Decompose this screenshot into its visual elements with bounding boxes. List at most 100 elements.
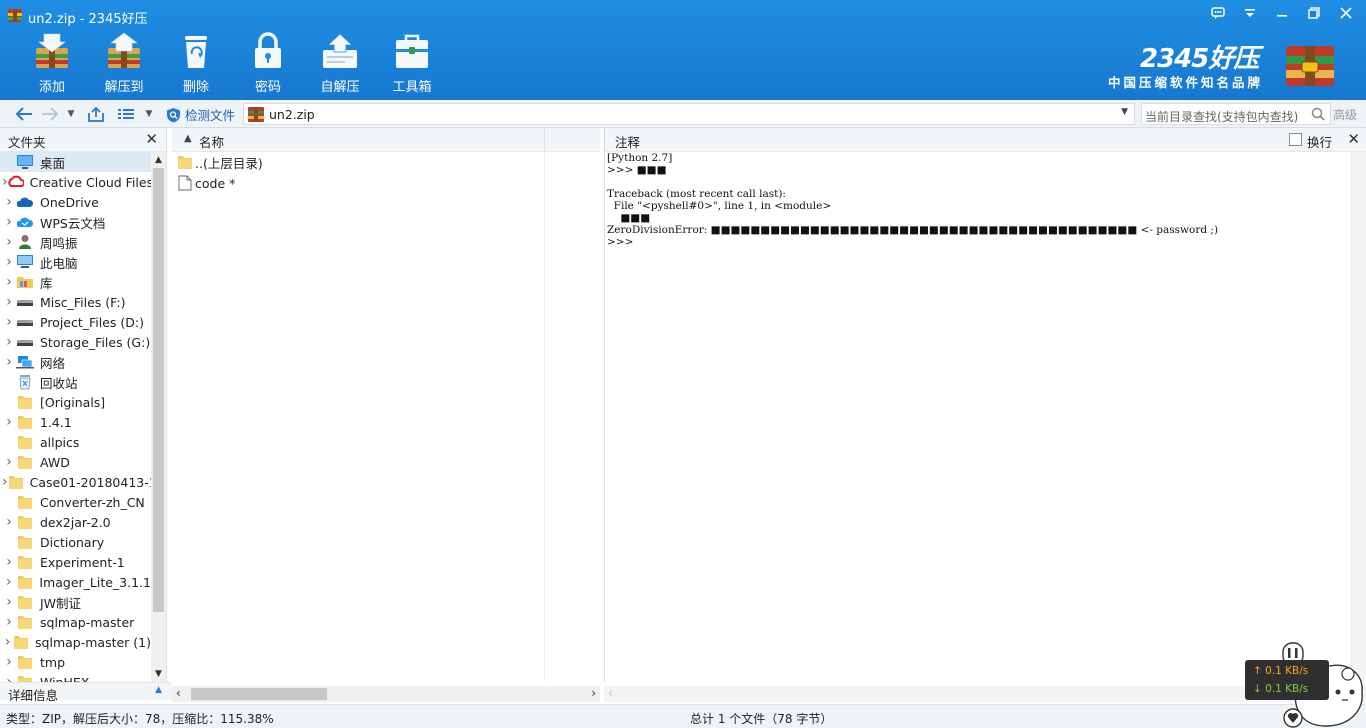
chevron-right-icon[interactable]: › <box>2 674 16 682</box>
status-bar: 类型：ZIP，解压后大小：78，压缩比：115.38% 总计 1 个文件（78 … <box>0 704 1366 728</box>
chevron-right-icon[interactable]: › <box>2 274 16 290</box>
up-folder-icon[interactable] <box>84 104 108 124</box>
chevron-up-icon[interactable]: ▲ <box>155 685 162 695</box>
chevron-right-icon[interactable]: › <box>2 594 16 610</box>
folder-tree-item[interactable]: › WPS云文档 <box>0 212 151 232</box>
chevron-right-icon[interactable]: › <box>2 194 16 210</box>
chevron-right-icon[interactable]: › <box>2 654 16 670</box>
folder-tree-item[interactable]: › sqlmap-master (1) <box>0 632 151 652</box>
scroll-left-icon[interactable]: ‹ <box>608 686 613 700</box>
scroll-thumb[interactable] <box>191 688 327 700</box>
file-row-code[interactable]: code * <box>178 173 235 193</box>
password-button[interactable]: 密码 <box>232 30 304 96</box>
extract-to-button[interactable]: 解压到 <box>88 30 160 96</box>
close-button[interactable] <box>1334 3 1358 23</box>
folder-tree-scrollbar[interactable]: ▲ ▼ <box>151 152 166 682</box>
menu-dropdown-icon[interactable] <box>1238 3 1262 23</box>
column-name-header[interactable]: 名称 <box>199 132 224 151</box>
scroll-down-icon[interactable]: ▼ <box>151 666 166 682</box>
chevron-right-icon[interactable]: › <box>2 254 16 270</box>
folder-tree-item[interactable]: › JW制证 <box>0 592 151 612</box>
folder-tree-item[interactable]: Converter-zh_CN <box>0 492 151 512</box>
chevron-right-icon[interactable]: › <box>2 514 16 530</box>
folder-tree-item[interactable]: › Experiment-1 <box>0 552 151 572</box>
folder-tree-item[interactable]: › 此电脑 <box>0 252 151 272</box>
file-list-hscrollbar[interactable]: ‹ › <box>172 686 600 702</box>
folder-tree-item[interactable]: › 网络 <box>0 352 151 372</box>
folder-tree-item[interactable]: › dex2jar-2.0 <box>0 512 151 532</box>
minimize-button[interactable] <box>1270 3 1294 23</box>
chevron-right-icon[interactable]: › <box>2 454 16 470</box>
add-button[interactable]: 添加 <box>16 30 88 96</box>
check-files-button[interactable]: 检测文件 <box>166 105 235 124</box>
delete-button[interactable]: 删除 <box>160 30 232 96</box>
close-icon[interactable]: ✕ <box>145 130 158 148</box>
folder-tree-item[interactable]: › Imager_Lite_3.1.1 <box>0 572 151 592</box>
scroll-right-icon[interactable]: › <box>591 686 596 700</box>
folder-icon <box>16 414 34 430</box>
column-divider[interactable] <box>544 128 545 152</box>
forward-arrow-icon[interactable] <box>38 104 62 124</box>
folder-tree-item[interactable]: › sqlmap-master <box>0 612 151 632</box>
file-list-header: ▲ 名称 <box>172 128 600 152</box>
view-list-icon[interactable] <box>114 104 138 124</box>
folder-tree-item[interactable]: › Project_Files (D:) <box>0 312 151 332</box>
chevron-right-icon[interactable]: › <box>2 294 16 310</box>
toolbox-button[interactable]: 工具箱 <box>376 30 448 96</box>
search-input[interactable]: 当前目录查找(支持包内查找) <box>1141 103 1331 125</box>
comment-scrollbar[interactable] <box>1350 152 1366 682</box>
message-icon[interactable] <box>1206 3 1230 23</box>
folder-tree-label: 1.4.1 <box>40 414 72 430</box>
address-dropdown-icon[interactable]: ▼ <box>1121 107 1128 117</box>
folder-tree-item[interactable]: › 库 <box>0 272 151 292</box>
search-icon[interactable] <box>1311 107 1325 121</box>
folder-up-icon <box>178 156 192 169</box>
chevron-right-icon[interactable]: › <box>2 214 16 230</box>
folder-tree-item[interactable]: 桌面 <box>0 152 151 172</box>
folder-tree-item[interactable]: › Misc_Files (F:) <box>0 292 151 312</box>
address-bar[interactable]: un2.zip ▼ <box>243 103 1135 125</box>
maximize-button[interactable] <box>1302 3 1326 23</box>
folder-tree-item[interactable]: › Creative Cloud Files <box>0 172 151 192</box>
chevron-right-icon[interactable]: › <box>2 634 13 650</box>
folder-tree-label: tmp <box>40 654 66 670</box>
chevron-right-icon[interactable]: › <box>2 414 16 430</box>
chevron-right-icon[interactable]: › <box>2 334 16 350</box>
folder-tree-item[interactable]: › AWD <box>0 452 151 472</box>
chevron-right-icon[interactable]: › <box>2 234 16 250</box>
scroll-up-icon[interactable]: ▲ <box>151 152 166 168</box>
folder-tree-item[interactable]: [Originals] <box>0 392 151 412</box>
chevron-right-icon[interactable]: › <box>2 314 16 330</box>
back-arrow-icon[interactable] <box>12 104 36 124</box>
chevron-right-icon[interactable]: › <box>2 574 16 590</box>
folder-tree-item[interactable]: › Case01-20180413-1 <box>0 472 151 492</box>
download-speed: ↓ 0.1 KB/s <box>1253 683 1309 695</box>
folder-tree-item[interactable]: › Storage_Files (G:) <box>0 332 151 352</box>
folder-tree-label: 网络 <box>40 355 66 371</box>
close-icon[interactable]: ✕ <box>1347 130 1360 148</box>
scroll-left-icon[interactable]: ‹ <box>176 686 181 700</box>
folder-tree-item[interactable]: 回收站 <box>0 372 151 392</box>
scroll-thumb[interactable] <box>153 168 164 612</box>
folder-tree-label: Creative Cloud Files <box>29 174 151 190</box>
wrap-checkbox[interactable] <box>1289 133 1302 146</box>
advanced-search-link[interactable]: 高级 <box>1333 106 1357 123</box>
folder-tree-item[interactable]: › WinHEX <box>0 672 151 682</box>
folder-icon <box>16 614 34 630</box>
file-row-parent[interactable]: ..(上层目录) <box>178 152 263 172</box>
self-extract-button[interactable]: 自解压 <box>304 30 376 96</box>
chevron-right-icon[interactable]: › <box>2 554 16 570</box>
folder-tree-item[interactable]: allpics <box>0 432 151 452</box>
folder-tree-item[interactable]: › 周鸣振 <box>0 232 151 252</box>
folder-tree-item[interactable]: › tmp <box>0 652 151 672</box>
self-extract-label: 自解压 <box>320 80 360 95</box>
folder-tree-item[interactable]: Dictionary <box>0 532 151 552</box>
history-dropdown-icon[interactable]: ▼ <box>64 104 78 124</box>
view-dropdown-icon[interactable]: ▼ <box>142 104 156 124</box>
folder-tree-item[interactable]: › 1.4.1 <box>0 412 151 432</box>
folder-tree-label: [Originals] <box>40 394 106 410</box>
details-toggle[interactable]: 详细信息 ▲ <box>0 682 172 703</box>
chevron-right-icon[interactable]: › <box>2 354 16 370</box>
chevron-right-icon[interactable]: › <box>2 614 16 630</box>
folder-tree-item[interactable]: › OneDrive <box>0 192 151 212</box>
